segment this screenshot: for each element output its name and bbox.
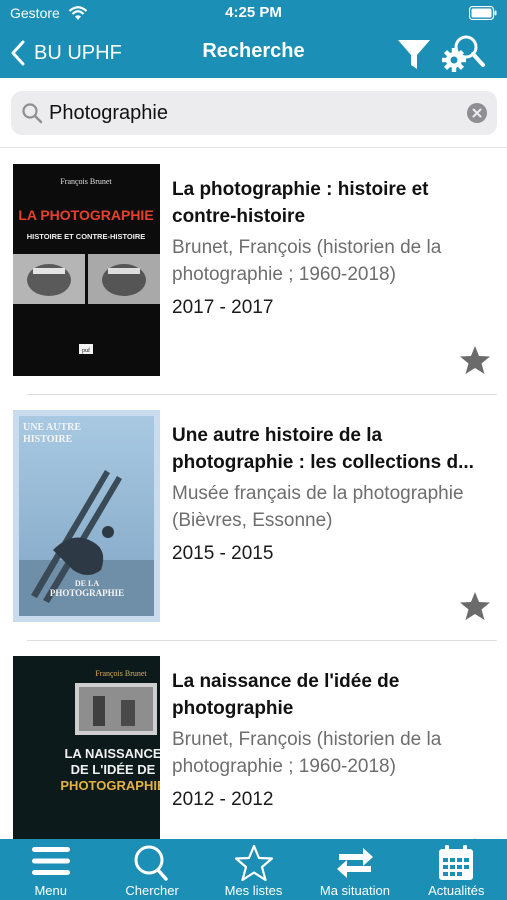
tab-news[interactable]: Actualités — [406, 839, 507, 900]
svg-text:DE L'IDÉE DE: DE L'IDÉE DE — [71, 762, 156, 777]
svg-text:François Brunet: François Brunet — [95, 669, 147, 678]
svg-text:LA PHOTOGRAPHIE: LA PHOTOGRAPHIE — [18, 207, 153, 223]
swap-arrows-icon — [336, 848, 373, 878]
result-title: Une autre histoire de la — [172, 425, 383, 446]
tab-my-situation[interactable]: Ma situation — [304, 839, 405, 900]
back-label: BU UPHF — [34, 41, 122, 64]
tab-label: Mes listes — [224, 883, 283, 898]
calendar-icon — [439, 845, 474, 880]
tab-label: Ma situation — [319, 883, 390, 898]
result-title-continued: photographie — [172, 698, 294, 719]
svg-text:PHOTOGRAPHIE: PHOTOGRAPHIE — [50, 588, 124, 598]
battery-icon — [469, 6, 497, 20]
result-item[interactable]: François Brunet LA PHOTOGRAPHIE HISTOIRE… — [0, 149, 507, 395]
result-title: La naissance de l'idée de — [172, 671, 400, 692]
results-list: François Brunet LA PHOTOGRAPHIE HISTOIRE… — [0, 149, 507, 839]
svg-text:puf: puf — [82, 347, 90, 354]
svg-text:François Brunet: François Brunet — [60, 177, 112, 186]
result-date: 2015 - 2015 — [172, 543, 274, 564]
book-cover: UNE AUTRE HISTOIRE DE LA PHOTOGRAPHIE — [13, 410, 160, 622]
result-author: Brunet, François (historien de la — [172, 237, 442, 258]
svg-text:HISTOIRE: HISTOIRE — [23, 434, 73, 445]
navigation-bar: BU UPHF Recherche — [0, 28, 507, 78]
tab-label: Actualités — [428, 883, 485, 898]
result-author: Musée français de la photographie — [172, 483, 464, 504]
result-author-continued: photographie ; 1960-2018) — [172, 756, 396, 777]
clear-search-icon[interactable] — [467, 103, 487, 123]
svg-text:DE LA: DE LA — [75, 579, 99, 588]
result-author-continued: photographie ; 1960-2018) — [172, 264, 396, 285]
tab-my-lists[interactable]: Mes listes — [203, 839, 304, 900]
search-icon — [22, 103, 43, 124]
svg-text:LA NAISSANCE: LA NAISSANCE — [64, 746, 160, 761]
tab-bar: Menu Chercher Mes listes Ma situation Ac… — [0, 839, 507, 900]
tab-menu[interactable]: Menu — [0, 839, 101, 900]
search-input[interactable] — [49, 91, 459, 135]
result-title: La photographie : histoire et — [172, 179, 429, 200]
status-bar: Gestore 4:25 PM — [0, 0, 507, 28]
tab-label: Chercher — [125, 883, 179, 898]
search-field[interactable] — [11, 91, 497, 135]
result-date: 2017 - 2017 — [172, 297, 274, 318]
search-bar — [0, 78, 507, 148]
book-cover: François Brunet LA PHOTOGRAPHIE HISTOIRE… — [13, 164, 160, 376]
search-icon — [134, 845, 168, 881]
result-title-continued: photographie : les collections d... — [172, 452, 474, 473]
svg-text:PHOTOGRAPHIE: PHOTOGRAPHIE — [60, 778, 160, 793]
book-cover: François Brunet LA NAISSANCE DE L'IDÉE D… — [13, 656, 160, 839]
svg-text:HISTOIRE ET CONTRE-HISTOIRE: HISTOIRE ET CONTRE-HISTOIRE — [27, 232, 145, 241]
result-date: 2012 - 2012 — [172, 789, 274, 810]
page-title: Recherche — [202, 40, 305, 62]
search-settings-icon[interactable] — [442, 32, 486, 74]
clock: 4:25 PM — [225, 4, 282, 21]
back-button[interactable]: BU UPHF — [10, 36, 122, 70]
svg-text:UNE AUTRE: UNE AUTRE — [23, 422, 81, 433]
star-icon[interactable] — [459, 345, 491, 375]
menu-icon — [31, 847, 70, 875]
tab-search[interactable]: Chercher — [101, 839, 202, 900]
result-item[interactable]: François Brunet LA NAISSANCE DE L'IDÉE D… — [0, 641, 507, 839]
filter-icon[interactable] — [396, 36, 432, 72]
result-title-continued: contre-histoire — [172, 206, 306, 227]
chevron-left-icon — [11, 40, 25, 66]
star-outline-icon — [234, 844, 273, 882]
tab-label: Menu — [34, 883, 67, 898]
result-author-continued: (Bièvres, Essonne) — [172, 510, 333, 531]
star-icon[interactable] — [459, 591, 491, 621]
result-item[interactable]: UNE AUTRE HISTOIRE DE LA PHOTOGRAPHIE Un… — [0, 395, 507, 641]
result-author: Brunet, François (historien de la — [172, 729, 442, 750]
